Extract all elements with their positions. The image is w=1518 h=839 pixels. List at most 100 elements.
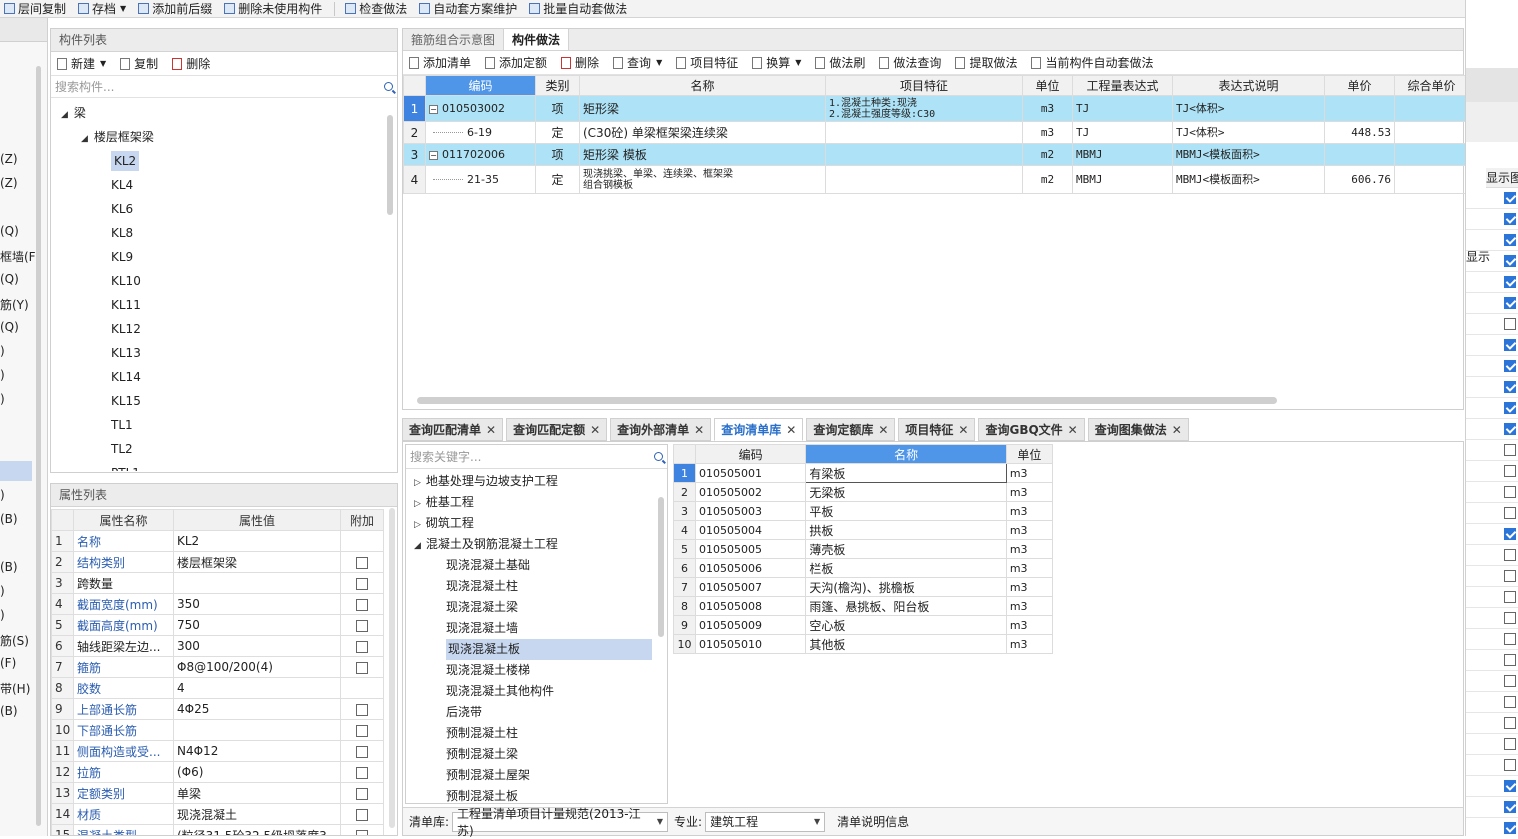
library-name[interactable]: 空心板 [806,616,1007,635]
property-value[interactable]: 现浇混凝土 [174,804,341,825]
library-tree-node[interactable]: ◢混凝土及钢筋混凝土工程 [414,534,558,555]
method-col-header[interactable]: 类别 [536,76,580,96]
method-name-cell[interactable]: 矩形梁 模板 [580,144,826,166]
library-row[interactable]: 3010505003平板m3 [674,502,1053,521]
component-list-scrollbar[interactable] [387,115,393,215]
display-checkbox[interactable] [1504,507,1516,519]
library-code[interactable]: 010505004 [696,521,806,540]
library-tree-node[interactable]: ▷桩基工程 [414,492,474,513]
method-col-header[interactable]: 单价 [1325,76,1395,96]
property-value[interactable] [174,720,341,741]
left-strip-item[interactable]: (Z) [0,176,18,190]
component-item[interactable]: KL10 [111,271,141,291]
left-strip-item[interactable]: (Q) [0,320,19,334]
expand-caret-icon[interactable]: ▷ [414,494,421,515]
method-toolbar-button-3[interactable]: 查询▼ [613,54,662,71]
property-row[interactable]: 2结构类别楼层框架梁 [52,552,384,573]
library-unit[interactable]: m3 [1006,616,1052,635]
left-strip-item[interactable]: 筋(S) [0,632,29,649]
extra-checkbox[interactable] [356,578,368,590]
display-checkbox[interactable] [1504,444,1516,456]
library-tree-child[interactable]: 现浇混凝土梁 [446,597,518,618]
method-code-cell[interactable]: −011702006 [426,144,536,166]
property-row[interactable]: 9上部通长筋4Φ25 [52,699,384,720]
library-tree-child[interactable]: 现浇混凝土柱 [446,576,518,597]
library-tree-child[interactable]: 现浇混凝土楼梯 [446,660,530,681]
library-tree-node[interactable]: ▷地基处理与边坡支护工程 [414,471,558,492]
library-row[interactable]: 9010505009空心板m3 [674,616,1053,635]
method-toolbar-button-8[interactable]: 提取做法 [955,54,1017,71]
left-strip-item[interactable]: 框墙(F [0,248,36,265]
display-checkbox[interactable] [1504,822,1516,834]
bottom-tab-7[interactable]: 查询图集做法✕ [1088,418,1189,441]
left-strip-item[interactable]: (B) [0,560,18,574]
component-search[interactable]: 搜索构件... [51,76,397,98]
collapse-icon[interactable]: − [429,105,438,114]
library-unit[interactable]: m3 [1006,559,1052,578]
property-value[interactable]: Φ8@100/200(4) [174,657,341,678]
extra-checkbox[interactable] [356,620,368,632]
collapse-caret-icon[interactable]: ◢ [414,536,421,557]
property-value[interactable]: (Φ6) [174,762,341,783]
library-code[interactable]: 010505006 [696,559,806,578]
method-row[interactable]: 3−011702006项矩形梁 模板m2MBMJMBMJ<模板面积> [404,144,1518,166]
property-value[interactable]: 350 [174,594,341,615]
toolbar-button-0[interactable]: 层间复制 [4,0,66,18]
display-checkbox[interactable] [1504,486,1516,498]
tree-node-root[interactable]: ◢梁 [61,103,86,123]
library-tree-child[interactable]: 现浇混凝土其他构件 [446,681,554,702]
search-icon[interactable] [654,452,663,461]
component-search-input[interactable]: 搜索构件... [55,78,114,95]
extra-checkbox[interactable] [356,599,368,611]
component-item[interactable]: KL13 [111,343,141,363]
library-row[interactable]: 10010505010其他板m3 [674,635,1053,654]
method-col-header[interactable]: 工程量表达式 [1073,76,1173,96]
display-checkbox[interactable] [1504,276,1516,288]
extra-checkbox[interactable] [356,641,368,653]
left-strip-item[interactable]: ) [0,488,5,502]
display-checkbox[interactable] [1504,234,1516,246]
component-item[interactable]: KL8 [111,223,133,243]
method-toolbar-button-6[interactable]: 做法刷 [815,54,865,71]
library-tree-node[interactable]: ▷砌筑工程 [414,513,474,534]
close-icon[interactable]: ✕ [958,423,968,437]
property-row[interactable]: 4截面宽度(mm)350 [52,594,384,615]
library-code[interactable]: 010505009 [696,616,806,635]
close-icon[interactable]: ✕ [694,423,704,437]
extra-checkbox[interactable] [356,746,368,758]
method-feature-cell[interactable] [826,166,1023,194]
collapse-caret-icon[interactable]: ◢ [81,129,88,149]
display-checkbox[interactable] [1504,549,1516,561]
property-value[interactable]: 单梁 [174,783,341,804]
extra-checkbox[interactable] [356,809,368,821]
method-toolbar-button-9[interactable]: 当前构件自动套做法 [1031,54,1153,71]
display-checkbox[interactable] [1504,318,1516,330]
property-value[interactable]: 4 [174,678,341,699]
major-select[interactable]: 建筑工程▼ [705,812,825,832]
left-strip-item[interactable]: (B) [0,512,18,526]
library-code[interactable]: 010505005 [696,540,806,559]
display-checkbox[interactable] [1504,213,1516,225]
display-checkbox[interactable] [1504,759,1516,771]
bottom-tab-1[interactable]: 查询匹配定额✕ [506,418,607,441]
bottom-tab-6[interactable]: 查询GBQ文件✕ [978,418,1084,441]
left-strip-item[interactable]: (Q) [0,224,19,238]
left-strip-item[interactable]: ) [0,392,5,406]
property-scrollbar[interactable] [389,508,395,828]
method-code-cell[interactable]: −010503002 [426,96,536,122]
library-tree-child[interactable]: 现浇混凝土基础 [446,555,530,576]
library-col-header[interactable]: 单位 [1006,445,1052,464]
property-value[interactable]: 750 [174,615,341,636]
display-checkbox[interactable] [1504,465,1516,477]
left-strip-item[interactable]: ) [0,368,5,382]
left-strip-item[interactable]: 筋(Y) [0,296,29,313]
library-code[interactable]: 010505008 [696,597,806,616]
library-tree-child[interactable]: 预制混凝土梁 [446,744,518,765]
component-item[interactable]: KL12 [111,319,141,339]
tree-node-group[interactable]: ◢楼层框架梁 [81,127,154,147]
collapse-caret-icon[interactable]: ◢ [61,105,68,125]
method-expr[interactable]: TJ [1073,122,1173,144]
library-row[interactable]: 7010505007天沟(檐沟)、挑檐板m3 [674,578,1053,597]
display-checkbox[interactable] [1504,255,1516,267]
main-tab-1[interactable]: 构件做法 [504,29,569,50]
